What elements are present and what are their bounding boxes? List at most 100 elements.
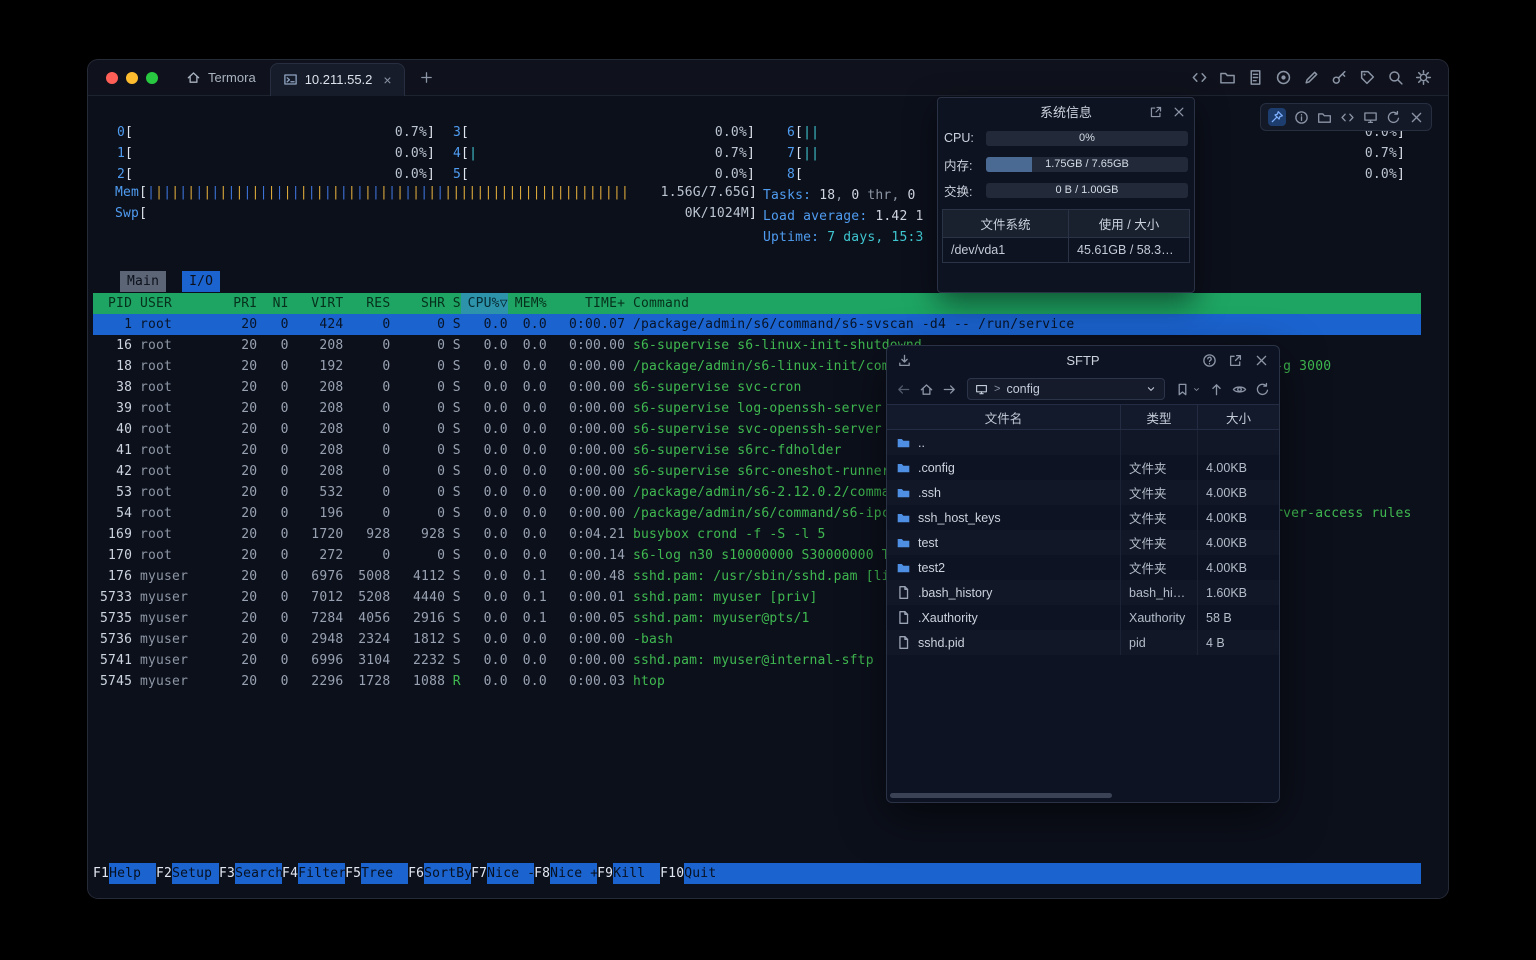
column-cpu[interactable]: CPU%▽ [461, 293, 508, 314]
chevron-down-icon[interactable] [1145, 383, 1157, 395]
horizontal-scrollbar[interactable] [887, 790, 1279, 802]
help-icon[interactable] [1202, 353, 1217, 368]
file-row[interactable]: .config 文件夹 4.00KB [887, 455, 1279, 480]
process-row[interactable]: 1root20042400S0.00.00:00.07/package/admi… [93, 314, 1421, 335]
settings-icon[interactable] [1415, 69, 1432, 86]
fkey-f5[interactable]: F5 [345, 863, 361, 884]
file-row[interactable]: test 文件夹 4.00KB [887, 530, 1279, 555]
cpu-meter-2: 2[0.0%] [117, 164, 435, 185]
column-filename[interactable]: 文件名 [887, 405, 1121, 429]
cpu-meter-3: 3[0.0%] [453, 122, 755, 143]
file-row[interactable]: .Xauthority Xauthority 58 B [887, 605, 1279, 630]
file-name: .Xauthority [918, 611, 978, 625]
file-row[interactable]: .ssh 文件夹 4.00KB [887, 480, 1279, 505]
column-shr[interactable]: SHR [390, 293, 445, 314]
refresh-icon[interactable] [1386, 110, 1401, 125]
fkey-label[interactable]: Kill [613, 863, 660, 884]
record-icon[interactable] [1275, 69, 1292, 86]
folder-icon[interactable] [1317, 110, 1332, 125]
folder-icon[interactable] [1219, 69, 1236, 86]
fkey-label[interactable]: Search [235, 863, 282, 884]
arrow-up-icon[interactable] [1209, 382, 1224, 397]
fkey-label[interactable]: Nice + [550, 863, 597, 884]
zoom-window-button[interactable] [146, 72, 158, 84]
tab-termora-home[interactable]: Termora [172, 60, 270, 96]
close-icon[interactable] [1254, 353, 1269, 368]
column-user[interactable]: USER [132, 293, 218, 314]
edit-icon[interactable] [1303, 69, 1320, 86]
column-pid[interactable]: PID [93, 293, 132, 314]
fkey-label[interactable]: Help [109, 863, 156, 884]
external-link-icon[interactable] [1149, 105, 1163, 119]
fkey-label[interactable]: Quit [684, 863, 731, 884]
fkey-label[interactable]: Filter [298, 863, 345, 884]
info-icon[interactable] [1294, 110, 1309, 125]
file-row[interactable]: .. [887, 430, 1279, 455]
code-icon[interactable] [1340, 110, 1355, 125]
file-type: bash_hi… [1121, 580, 1198, 605]
column-ni[interactable]: NI [257, 293, 288, 314]
file-row[interactable]: sshd.pid pid 4 B [887, 630, 1279, 655]
fkey-label[interactable]: Setup [172, 863, 219, 884]
tab-ssh-session[interactable]: 10.211.55.2 × [270, 63, 405, 96]
file-type: Xauthority [1121, 605, 1198, 630]
monitor-icon[interactable] [1363, 110, 1378, 125]
tab-close-icon[interactable]: × [383, 73, 391, 87]
fkey-f4[interactable]: F4 [282, 863, 298, 884]
memory-meter: Mem[||||||||||||||||||||||||||||||||||||… [115, 185, 757, 200]
file-icon [896, 585, 911, 600]
fkey-f10[interactable]: F10 [660, 863, 684, 884]
path-breadcrumb[interactable]: > config [967, 378, 1165, 400]
file-row[interactable]: .bash_history bash_hi… 1.60KB [887, 580, 1279, 605]
code-icon[interactable] [1191, 69, 1208, 86]
fkey-f7[interactable]: F7 [471, 863, 487, 884]
htop-screen-tabs: Main I/O [120, 271, 220, 292]
fkey-label[interactable]: Nice - [487, 863, 534, 884]
fkey-label[interactable]: SortBy [424, 863, 471, 884]
column-s[interactable]: S [445, 293, 461, 314]
pin-icon[interactable] [1268, 108, 1286, 126]
file-row[interactable]: test2 文件夹 4.00KB [887, 555, 1279, 580]
fkey-f8[interactable]: F8 [534, 863, 550, 884]
fkey-f1[interactable]: F1 [93, 863, 109, 884]
fkey-f6[interactable]: F6 [408, 863, 424, 884]
log-icon[interactable] [1247, 69, 1264, 86]
file-row[interactable]: ssh_host_keys 文件夹 4.00KB [887, 505, 1279, 530]
external-link-icon[interactable] [1228, 353, 1243, 368]
sysinfo-meter-row: 内存:1.75GB / 7.65GB [938, 151, 1194, 177]
back-icon[interactable] [896, 382, 911, 397]
fkey-f2[interactable]: F2 [156, 863, 172, 884]
home-icon[interactable] [919, 382, 934, 397]
column-res[interactable]: RES [343, 293, 390, 314]
bookmark-group[interactable] [1175, 382, 1201, 397]
fkey-label[interactable]: Tree [361, 863, 408, 884]
computer-icon [975, 383, 988, 396]
column-mem[interactable]: MEM% [508, 293, 547, 314]
htop-tab-io[interactable]: I/O [182, 271, 220, 292]
chevron-down-icon [1192, 385, 1201, 394]
refresh-icon[interactable] [1255, 382, 1270, 397]
forward-icon[interactable] [942, 382, 957, 397]
new-tab-button[interactable] [419, 70, 434, 85]
fkey-f3[interactable]: F3 [219, 863, 235, 884]
close-window-button[interactable] [106, 72, 118, 84]
search-icon[interactable] [1387, 69, 1404, 86]
htop-tab-main[interactable]: Main [120, 271, 166, 292]
close-icon[interactable] [1409, 110, 1424, 125]
key-icon[interactable] [1331, 69, 1348, 86]
column-size[interactable]: 大小 [1198, 405, 1279, 429]
highlight-icon[interactable] [1359, 69, 1376, 86]
close-icon[interactable] [1172, 105, 1186, 119]
column-pri[interactable]: PRI [218, 293, 257, 314]
minimize-window-button[interactable] [126, 72, 138, 84]
column-virt[interactable]: VIRT [289, 293, 344, 314]
column-type[interactable]: 类型 [1121, 405, 1198, 429]
fkey-f9[interactable]: F9 [597, 863, 613, 884]
eye-icon[interactable] [1232, 382, 1247, 397]
file-type: 文件夹 [1121, 555, 1198, 580]
column-command[interactable]: Command [625, 293, 1421, 314]
scrollbar-thumb[interactable] [890, 793, 1112, 798]
column-time[interactable]: TIME+ [547, 293, 625, 314]
file-name: .config [918, 461, 955, 475]
file-name: .. [918, 436, 925, 450]
